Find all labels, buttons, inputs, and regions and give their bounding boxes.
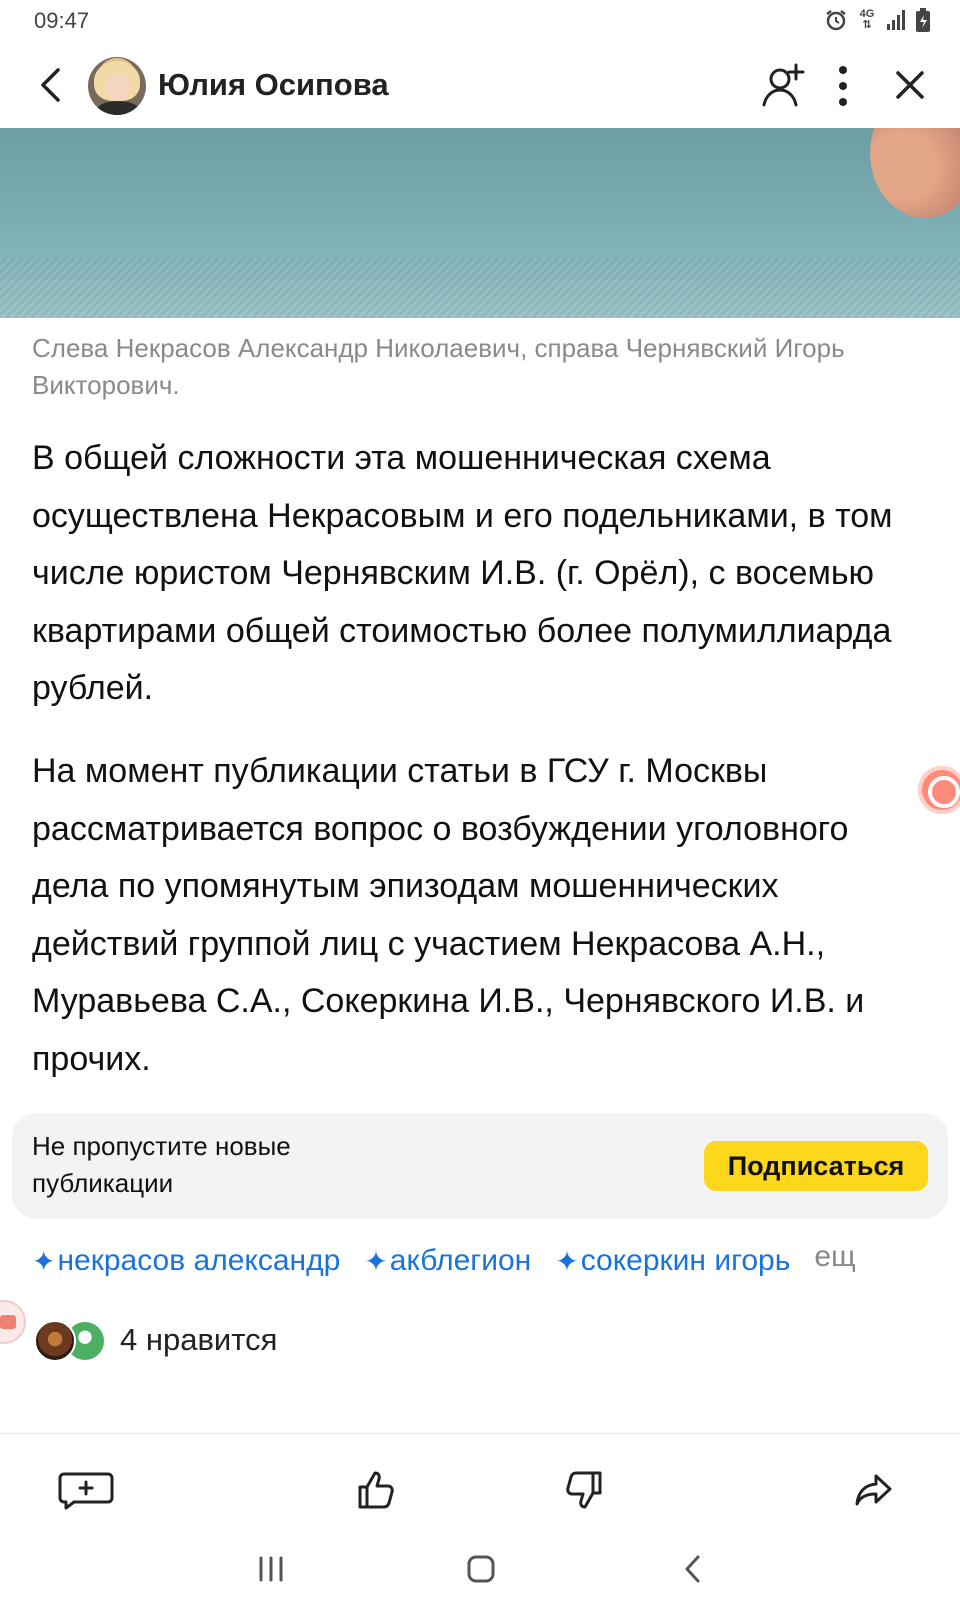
article-paragraph: В общей сложности эта мошенническая схем… <box>32 439 893 707</box>
tag-label: сокеркин игорь <box>580 1244 791 1277</box>
tag-label: акблегион <box>389 1244 532 1277</box>
tag-link[interactable]: ✦ некрасов александр <box>32 1240 340 1282</box>
system-back-button[interactable] <box>668 1546 718 1592</box>
tags-row: ✦ некрасов александр ✦ акблегион ✦ сокер… <box>32 1240 960 1282</box>
action-bar <box>0 1440 960 1540</box>
liker-avatar <box>34 1320 76 1362</box>
sparkle-icon: ✦ <box>32 1245 56 1277</box>
network-type-icon: 4G ⇅ <box>859 8 875 31</box>
signal-icon <box>886 9 906 31</box>
sparkle-icon: ✦ <box>555 1245 579 1277</box>
system-nav-bar <box>0 1540 960 1600</box>
dislike-button[interactable] <box>552 1458 616 1522</box>
like-button[interactable] <box>344 1458 408 1522</box>
divider <box>0 1433 960 1434</box>
article-paragraph: На момент публикации статьи в ГСУ г. Мос… <box>32 752 865 1078</box>
author-avatar[interactable] <box>88 57 146 115</box>
status-bar: 09:47 4G ⇅ <box>0 0 960 42</box>
network-type-label: 4G <box>859 8 875 20</box>
close-button[interactable] <box>890 65 930 105</box>
article-photo <box>0 128 960 318</box>
tag-link[interactable]: ✦ акблегион <box>364 1240 531 1282</box>
likers-avatars[interactable] <box>34 1320 114 1364</box>
tag-label: некрасов александр <box>57 1244 341 1277</box>
thumbs-up-icon <box>358 1471 394 1509</box>
thumbs-down-icon <box>566 1471 602 1509</box>
subscribe-author-button[interactable] <box>760 57 810 113</box>
alarm-icon <box>824 8 848 32</box>
sparkle-icon: ✦ <box>364 1245 388 1277</box>
close-icon <box>896 71 924 99</box>
camera-icon[interactable] <box>0 1300 26 1344</box>
share-icon <box>855 1474 892 1506</box>
back-icon <box>685 1555 700 1583</box>
subscribe-button[interactable]: Подписаться <box>704 1141 928 1191</box>
status-time: 09:47 <box>34 8 90 33</box>
tag-link[interactable]: ✦ сокеркин игорь <box>555 1240 790 1282</box>
add-comment-icon <box>58 1472 114 1510</box>
more-tags-link[interactable]: ещ <box>814 1240 855 1282</box>
photo-caption: Слева Некрасов Александр Николаевич, спр… <box>32 333 845 400</box>
home-button[interactable] <box>456 1546 506 1592</box>
share-button[interactable] <box>842 1458 906 1522</box>
status-icons: 4G ⇅ <box>824 8 930 32</box>
more-options-button[interactable] <box>828 61 858 111</box>
recent-apps-icon <box>259 1556 283 1582</box>
add-user-icon <box>762 63 805 107</box>
home-icon <box>467 1555 495 1583</box>
author-header: Юлия Осипова <box>0 45 960 129</box>
subscribe-card: Не пропустите новые публикации Подписать… <box>12 1113 948 1219</box>
comment-button[interactable] <box>54 1458 118 1522</box>
subscribe-prompt: Не пропустите новые публикации <box>32 1131 291 1198</box>
back-arrow-icon <box>41 68 60 102</box>
likes-count[interactable]: 4 нравится <box>120 1322 277 1358</box>
back-button[interactable] <box>30 63 70 107</box>
battery-icon <box>916 8 930 32</box>
author-name[interactable]: Юлия Осипова <box>158 67 389 103</box>
floating-widget-button[interactable] <box>918 766 960 814</box>
recent-apps-button[interactable] <box>246 1546 296 1592</box>
more-vertical-icon <box>839 66 847 106</box>
